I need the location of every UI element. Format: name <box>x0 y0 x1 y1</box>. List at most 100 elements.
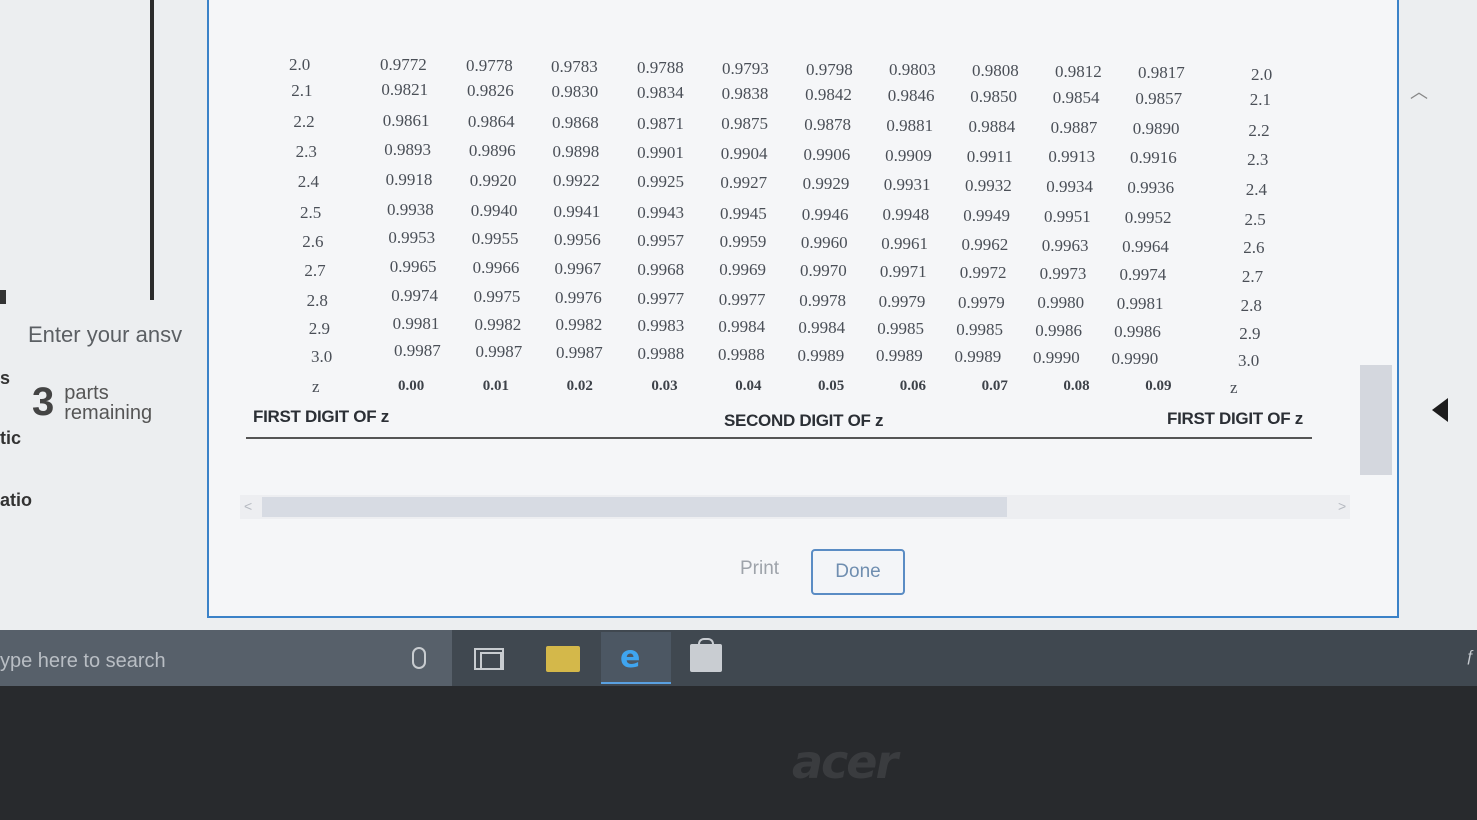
column-header: 0.00 <box>398 378 425 394</box>
table-cell: 0.9808 <box>972 61 1019 81</box>
table-cell: 0.9948 <box>882 205 930 225</box>
table-cell: 0.9982 <box>555 315 603 335</box>
row-label-z-right: 2.6 <box>1243 238 1265 258</box>
parts-remaining: 3 parts remaining <box>32 380 152 425</box>
table-cell: 0.9890 <box>1132 118 1180 138</box>
column-header: 0.07 <box>981 378 1008 394</box>
table-cell: 0.9981 <box>392 313 440 333</box>
footer-first-digit-left: FIRST DIGIT OF z <box>253 407 389 426</box>
file-explorer-icon[interactable] <box>546 646 580 672</box>
panel-marker <box>0 290 6 304</box>
table-cell: 0.9964 <box>1122 236 1169 256</box>
microphone-icon[interactable] <box>412 647 426 669</box>
table-cell: 0.9985 <box>877 319 925 338</box>
edge-browser-icon[interactable]: e <box>620 640 640 675</box>
row-label-z: 2.0 <box>289 55 311 74</box>
footer-second-digit: SECOND DIGIT OF z <box>724 411 884 430</box>
table-cell: 0.9834 <box>637 83 684 103</box>
table-cell: 0.9975 <box>473 287 521 307</box>
taskbar-search-input[interactable]: ype here to search <box>0 650 166 673</box>
table-cell: 0.9896 <box>468 141 516 161</box>
column-header: 0.06 <box>899 378 927 394</box>
print-button[interactable]: Print <box>740 558 779 580</box>
table-cell: 0.9931 <box>883 175 931 194</box>
table-cell: 0.9929 <box>802 174 850 194</box>
table-cell: 0.9987 <box>556 342 603 362</box>
table-cell: 0.9798 <box>806 59 853 79</box>
table-cell: 0.9936 <box>1127 177 1175 197</box>
vertical-scrollbar-thumb[interactable] <box>1360 365 1392 475</box>
parts-label-line2: remaining <box>64 401 153 424</box>
table-cell: 0.9955 <box>471 229 519 249</box>
row-label-z-right: 2.8 <box>1240 296 1262 316</box>
table-cell: 0.9922 <box>553 171 600 191</box>
row-label-z: 2.2 <box>293 112 315 131</box>
scroll-left-icon[interactable]: < <box>244 498 252 514</box>
table-cell: 0.9985 <box>956 319 1003 339</box>
row-label-z: 2.3 <box>295 142 317 161</box>
column-header: 0.03 <box>651 378 678 394</box>
horizontal-scrollbar-thumb[interactable] <box>262 497 1007 517</box>
panel-divider <box>150 0 154 300</box>
table-cell: 0.9971 <box>879 262 927 282</box>
table-cell: 0.9906 <box>803 144 851 164</box>
table-cell: 0.9898 <box>552 142 600 161</box>
table-cell: 0.9981 <box>1116 294 1164 314</box>
table-cell: 0.9989 <box>797 345 845 365</box>
table-cell: 0.9979 <box>958 292 1005 312</box>
table-cell: 0.9893 <box>384 140 431 160</box>
header-z-right: z <box>1230 378 1238 397</box>
table-cell: 0.9966 <box>472 257 520 277</box>
table-cell: 0.9987 <box>394 341 441 360</box>
table-cell: 0.9965 <box>389 256 437 276</box>
parts-count: 3 <box>32 380 55 424</box>
table-cell: 0.9846 <box>887 85 935 105</box>
table-bottom-rule <box>246 437 1312 439</box>
table-cell: 0.9940 <box>470 200 518 220</box>
table-cell: 0.9934 <box>1046 176 1093 196</box>
table-cell: 0.9977 <box>718 289 766 309</box>
table-cell: 0.9812 <box>1055 62 1102 82</box>
row-label-z: 2.6 <box>302 232 324 251</box>
table-cell: 0.9990 <box>1111 349 1159 369</box>
monitor-bezel <box>0 686 1477 820</box>
table-cell: 0.9989 <box>954 347 1002 367</box>
table-cell: 0.9974 <box>1119 264 1167 284</box>
collapse-arrow-icon[interactable] <box>1432 398 1448 422</box>
table-cell: 0.9778 <box>466 55 513 75</box>
column-header: 0.08 <box>1063 378 1090 394</box>
scroll-up-icon[interactable]: ︿ <box>1410 78 1428 104</box>
table-cell: 0.9951 <box>1044 207 1091 227</box>
table-cell: 0.9920 <box>469 170 517 190</box>
table-cell: 0.9842 <box>805 84 852 104</box>
tray-icon[interactable]: ƒ <box>1466 648 1475 666</box>
table-cell: 0.9962 <box>961 234 1009 254</box>
column-header: 0.04 <box>735 378 762 394</box>
table-cell: 0.9887 <box>1050 118 1098 137</box>
table-cell: 0.9976 <box>555 288 602 307</box>
scroll-right-icon[interactable]: > <box>1338 498 1346 514</box>
row-label-z: 2.7 <box>304 261 326 280</box>
row-label-z-right: 2.2 <box>1248 120 1270 140</box>
table-cell: 0.9988 <box>718 344 765 364</box>
table-cell: 0.9990 <box>1033 348 1080 368</box>
store-icon[interactable] <box>690 638 722 672</box>
table-cell: 0.9861 <box>382 110 430 130</box>
table-cell: 0.9857 <box>1135 88 1183 108</box>
table-cell: 0.9983 <box>637 316 685 336</box>
table-cell: 0.9932 <box>965 175 1012 195</box>
table-cell: 0.9956 <box>554 230 601 250</box>
column-header: 0.09 <box>1145 378 1172 394</box>
table-cell: 0.9949 <box>963 206 1010 226</box>
text-fragment: atio <box>0 490 33 510</box>
table-cell: 0.9960 <box>800 232 848 252</box>
table-cell: 0.9963 <box>1041 235 1089 255</box>
table-cell: 0.9904 <box>720 143 768 163</box>
table-cell: 0.9881 <box>886 116 934 136</box>
text-fragment: tic <box>0 428 22 448</box>
done-button[interactable]: Done <box>811 549 905 595</box>
parts-label-line1: parts <box>64 381 109 404</box>
parts-label: parts remaining <box>64 383 152 423</box>
column-header: 0.01 <box>482 378 510 394</box>
task-view-icon[interactable] <box>474 648 504 670</box>
